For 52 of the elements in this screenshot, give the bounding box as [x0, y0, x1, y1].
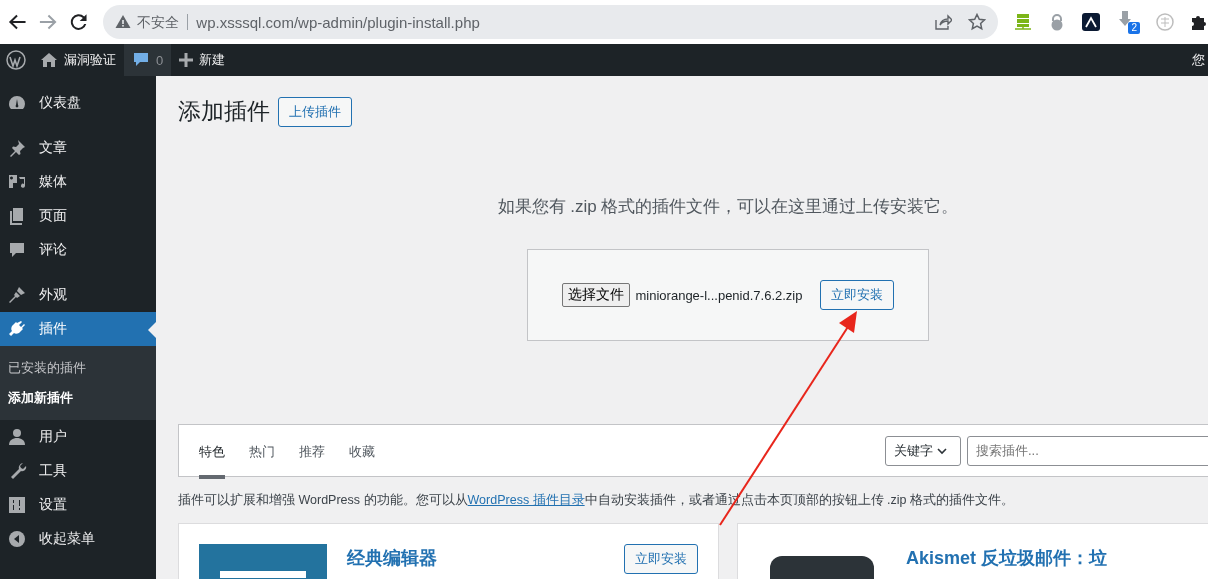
- greeting-text[interactable]: 您: [1192, 51, 1208, 69]
- sidebar-menu-item[interactable]: 用户: [0, 420, 156, 454]
- install-now-button[interactable]: 立即安装: [624, 544, 698, 574]
- warning-icon: [115, 14, 132, 30]
- sidebar-menu-item[interactable]: 设置: [0, 488, 156, 522]
- sidebar-menu-item[interactable]: 评论: [0, 233, 156, 267]
- sidebar-menu-item[interactable]: 页面: [0, 199, 156, 233]
- home-icon[interactable]: [40, 51, 58, 69]
- sidebar-menu-item[interactable]: 收起菜单: [0, 522, 156, 556]
- caret-icon[interactable]: [937, 446, 947, 455]
- url-text[interactable]: wp.xsssql.com/wp-admin/plugin-install.php: [196, 13, 934, 31]
- new-link[interactable]: 新建: [199, 51, 226, 69]
- sidebar-menu-item[interactable]: 外观: [0, 278, 156, 312]
- share-icon[interactable]: [934, 13, 952, 31]
- paintbrush-icon: [7, 285, 27, 305]
- file-name: miniorange-l...penid.7.6.2.zip: [635, 287, 803, 303]
- sidebar-menu-item[interactable]: 媒体: [0, 165, 156, 199]
- plugin-directory-link[interactable]: WordPress 插件目录: [467, 493, 585, 507]
- filter-tab[interactable]: 热门: [249, 426, 275, 479]
- filter-tab[interactable]: 推荐: [299, 426, 325, 479]
- security-label[interactable]: 不安全: [137, 14, 189, 30]
- collapse-icon: [7, 529, 27, 549]
- speech-bubble-icon: [7, 240, 27, 260]
- sidebar-menu-item[interactable]: 工具: [0, 454, 156, 488]
- filter-tab[interactable]: 收藏: [349, 426, 375, 479]
- comments-button[interactable]: 0: [124, 44, 172, 76]
- install-now-button[interactable]: 立即安装: [820, 280, 895, 310]
- wordpress-logo-icon[interactable]: [6, 50, 26, 70]
- download-extension-button[interactable]: 2: [1116, 10, 1140, 34]
- plugin-title-link[interactable]: Akismet 反垃圾邮件：垃: [906, 546, 1116, 579]
- plugin-title-link[interactable]: 经典编辑器: [347, 546, 604, 579]
- submenu-item[interactable]: 添加新插件: [0, 383, 156, 413]
- upload-plugin-button[interactable]: 上传插件: [278, 96, 352, 127]
- mountain-icon[interactable]: [1082, 13, 1100, 31]
- choose-file-button[interactable]: 选择文件: [561, 283, 630, 307]
- search-type-dropdown[interactable]: 关键字: [885, 435, 961, 466]
- site-name-link[interactable]: 漏洞验证: [64, 51, 116, 69]
- sidebar-menu-item[interactable]: 插件: [0, 312, 156, 346]
- speech-bubble-icon[interactable]: [132, 51, 150, 69]
- sliders-icon: [7, 495, 27, 515]
- plug-icon: [7, 319, 27, 339]
- plus-icon[interactable]: [179, 53, 194, 67]
- sidebar-menu-item[interactable]: 仪表盘: [0, 86, 156, 120]
- upload-description: 如果您有 .zip 格式的插件文件，可以在这里通过上传安装它。: [496, 196, 960, 218]
- puzzle-icon[interactable]: [1190, 13, 1208, 31]
- submenu-item[interactable]: 已安装的插件: [0, 353, 156, 383]
- filter-tab[interactable]: 特色: [199, 426, 225, 479]
- sidebar-menu-item[interactable]: 文章: [0, 131, 156, 165]
- page-title: 添加插件: [178, 97, 270, 126]
- search-field[interactable]: 搜索插件...: [967, 435, 1208, 466]
- user-icon: [7, 427, 27, 447]
- star-icon[interactable]: [968, 13, 986, 31]
